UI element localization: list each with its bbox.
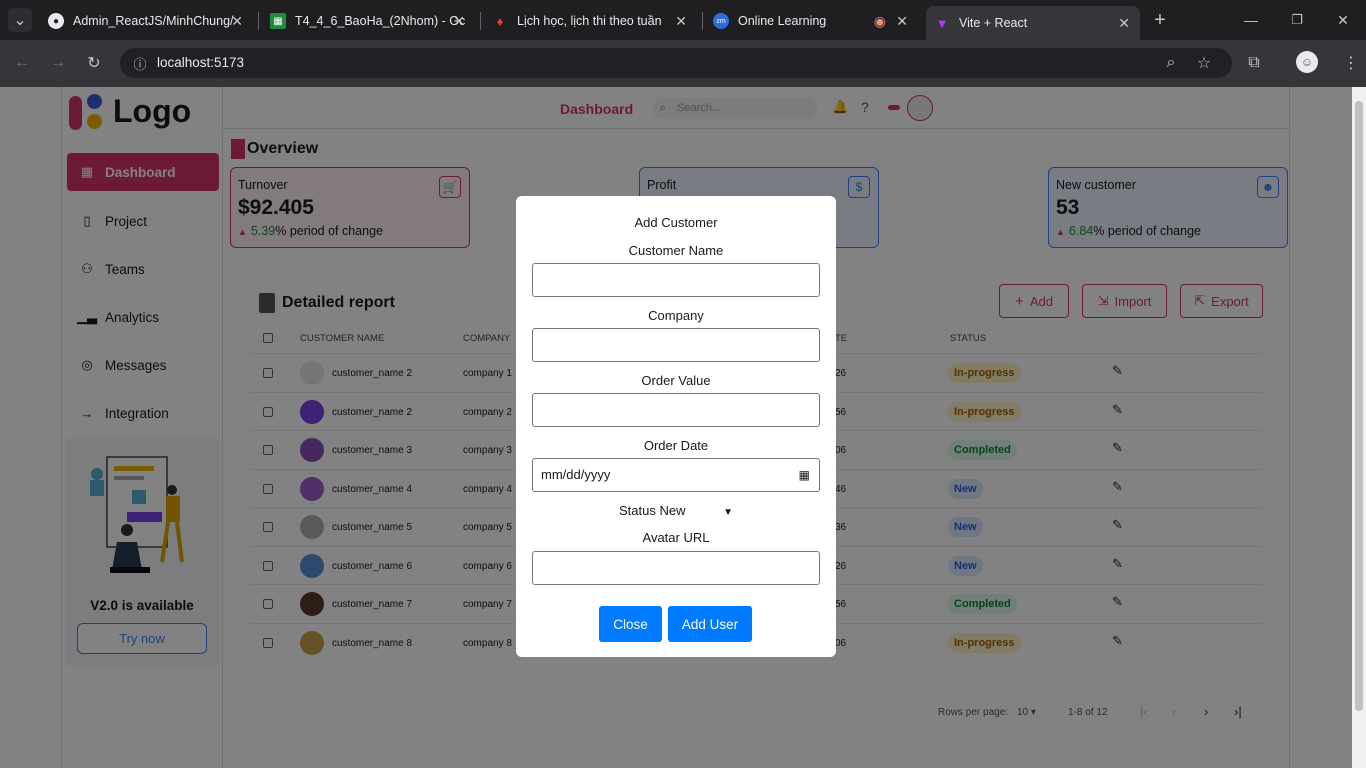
url-text: localhost:5173 <box>157 55 245 70</box>
tab-strip: ⌄ ● Admin_ReactJS/MinhChung/ ✕ ▦ T4_4_6_… <box>0 0 1366 40</box>
tab-title: Online Learning <box>738 14 827 28</box>
sheets-icon: ▦ <box>270 13 286 29</box>
browser-menu-icon[interactable]: ⋮ <box>1339 51 1363 75</box>
school-icon: ♦ <box>496 13 504 29</box>
tab-separator <box>480 12 481 30</box>
order-value-label: Order Value <box>641 373 711 388</box>
new-tab-icon[interactable]: + <box>1148 8 1172 32</box>
add-user-button[interactable]: Add User <box>668 606 752 642</box>
tab-online-learning[interactable]: zm Online Learning ◉ ✕ <box>713 6 918 36</box>
customer-name-field[interactable] <box>532 263 820 297</box>
tab-schedule[interactable]: ♦ Lịch học, lịch thi theo tuần ✕ <box>492 6 697 36</box>
tab-title: Admin_ReactJS/MinhChung/ <box>73 14 234 28</box>
tab-title: Lịch học, lịch thi theo tuần <box>517 14 662 28</box>
avatar-url-label: Avatar URL <box>642 530 710 545</box>
close-tab-icon[interactable]: ✕ <box>896 13 908 30</box>
back-icon[interactable]: ← <box>10 51 34 75</box>
tab-sheets[interactable]: ▦ T4_4_6_BaoHa_(2Nhom) - Gc ✕ <box>270 6 475 36</box>
add-customer-modal: Add Customer Customer Name Company Order… <box>516 196 836 657</box>
extensions-icon[interactable]: ⧉ <box>1242 51 1266 75</box>
tab-title: T4_4_6_BaoHa_(2Nhom) - Gc <box>295 14 466 28</box>
restore-icon[interactable]: ❐ <box>1285 8 1309 32</box>
window-close-icon[interactable]: ✕ <box>1331 8 1355 32</box>
tab-separator <box>702 12 703 30</box>
modal-title: Add Customer <box>634 215 718 230</box>
site-info-icon[interactable]: ⓘ <box>128 51 152 75</box>
profile-avatar-icon[interactable]: ☺ <box>1296 51 1318 73</box>
close-button[interactable]: Close <box>599 606 662 642</box>
browser-chrome: ⌄ ● Admin_ReactJS/MinhChung/ ✕ ▦ T4_4_6_… <box>0 0 1366 87</box>
recording-icon: ◉ <box>873 12 886 29</box>
tab-title: Vite + React <box>959 16 1028 30</box>
scrollbar-thumb[interactable] <box>1355 101 1363 711</box>
order-date-field[interactable]: mm/dd/yyyy ▦ <box>532 458 820 492</box>
order-date-placeholder: mm/dd/yyyy <box>541 467 611 482</box>
close-tab-icon[interactable]: ✕ <box>453 13 465 30</box>
bookmark-star-icon[interactable]: ☆ <box>1192 51 1216 75</box>
order-value-field[interactable] <box>532 393 820 427</box>
minimize-icon[interactable]: — <box>1239 8 1263 32</box>
github-icon: ● <box>48 13 64 29</box>
status-label: Status <box>618 503 656 518</box>
close-tab-icon[interactable]: ✕ <box>1118 15 1130 32</box>
address-bar[interactable]: ⓘ localhost:5173 ⌕ ☆ <box>120 48 1232 78</box>
calendar-icon[interactable]: ▦ <box>799 459 810 491</box>
forward-icon[interactable]: → <box>46 51 70 75</box>
chevron-down-icon: ▼ <box>723 507 734 518</box>
customer-name-label: Customer Name <box>628 243 724 258</box>
reload-icon[interactable]: ↻ <box>82 51 106 75</box>
status-select[interactable]: Status New ▼ <box>516 503 836 518</box>
zoom-icon: zm <box>713 13 729 29</box>
tab-search-icon[interactable]: ⌄ <box>8 8 32 32</box>
status-value: New <box>659 503 686 518</box>
close-tab-icon[interactable]: ✕ <box>675 13 687 30</box>
tab-vite-react[interactable]: ▼ Vite + React ✕ <box>926 6 1140 40</box>
avatar-url-field[interactable] <box>532 551 820 585</box>
tab-separator <box>258 12 259 30</box>
company-label: Company <box>648 308 704 323</box>
zoom-lens-icon[interactable]: ⌕ <box>1159 51 1183 75</box>
company-field[interactable] <box>532 328 820 362</box>
page-scrollbar[interactable] <box>1352 87 1366 768</box>
vite-icon: ▼ <box>935 15 949 31</box>
tab-github[interactable]: ● Admin_ReactJS/MinhChung/ ✕ <box>48 6 253 36</box>
close-tab-icon[interactable]: ✕ <box>231 13 243 30</box>
order-date-label: Order Date <box>643 438 709 453</box>
